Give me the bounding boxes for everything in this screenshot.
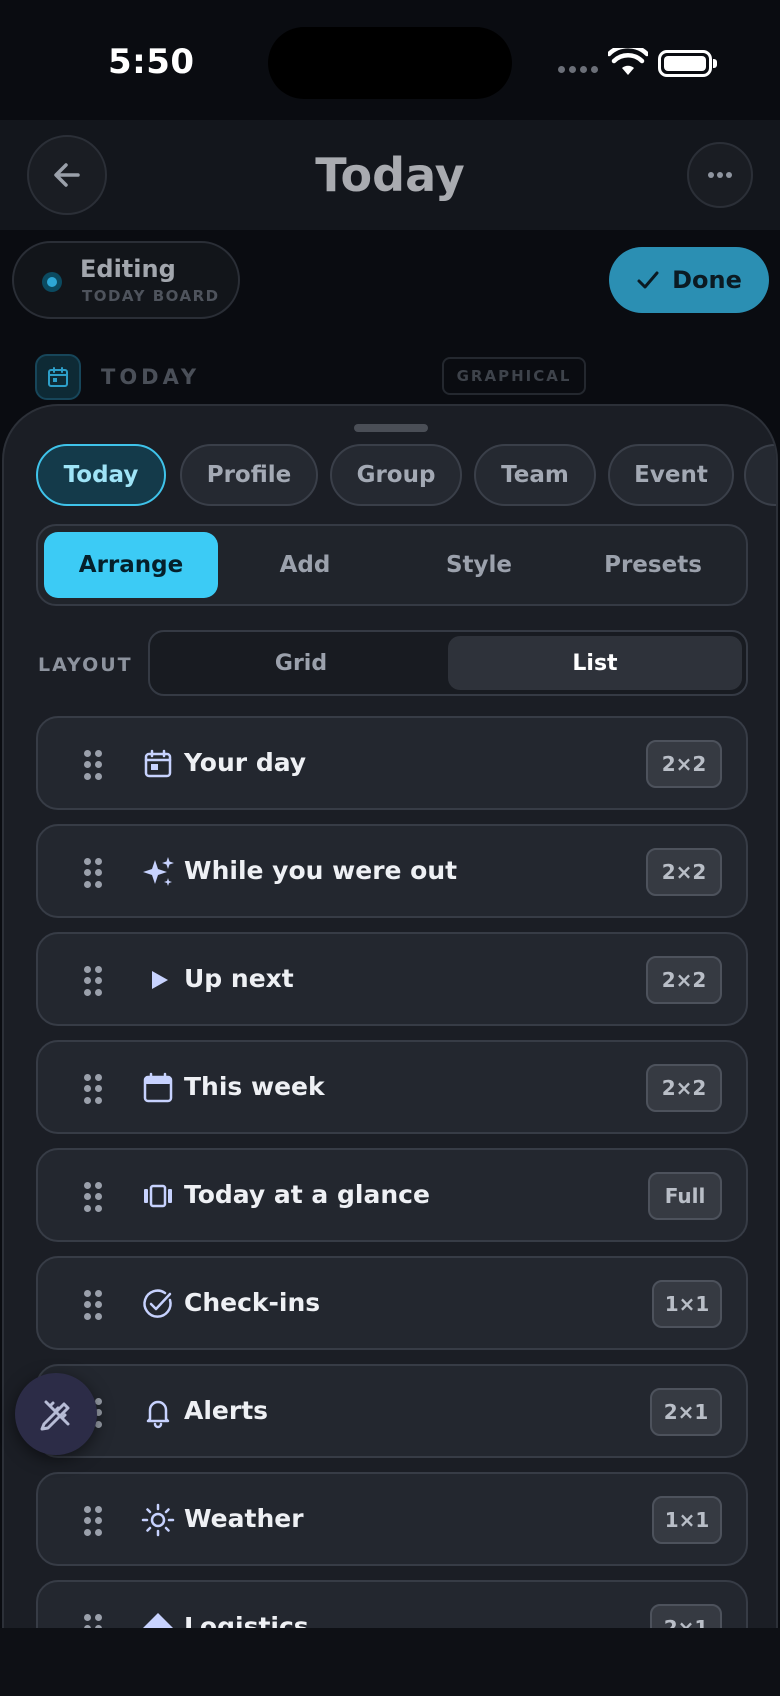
size-badge[interactable]: 2×2 xyxy=(646,1064,722,1112)
widget-row-while-you-were-out[interactable]: While you were out 2×2 xyxy=(36,824,748,918)
widget-row-up-next[interactable]: Up next 2×2 xyxy=(36,932,748,1026)
widget-label: Today at a glance xyxy=(184,1180,430,1209)
chip-today[interactable]: Today xyxy=(36,444,166,506)
tab-add[interactable]: Add xyxy=(218,532,392,598)
chip-team[interactable]: Team xyxy=(474,444,596,506)
editing-status-pill: Editing TODAY BOARD xyxy=(12,241,240,319)
widget-row-your-day[interactable]: Your day 2×2 xyxy=(36,716,748,810)
widget-label: Up next xyxy=(184,964,294,993)
layout-label: LAYOUT xyxy=(38,654,133,676)
layout-segmented-control: Grid List xyxy=(148,630,748,696)
status-bar: 5:50 xyxy=(0,0,780,120)
page-title: Today xyxy=(315,148,465,202)
tab-arrange[interactable]: Arrange xyxy=(44,532,218,598)
size-badge[interactable]: 2×2 xyxy=(646,956,722,1004)
cellular-signal-icon xyxy=(558,66,598,73)
more-options-button[interactable] xyxy=(687,142,753,208)
chip-overflow[interactable] xyxy=(744,444,776,506)
check-circle-icon xyxy=(143,1289,172,1318)
drag-handle-icon[interactable] xyxy=(84,750,102,780)
sun-icon xyxy=(141,1503,175,1537)
dynamic-island xyxy=(268,27,512,99)
widget-label: Check-ins xyxy=(184,1288,321,1317)
board-type-chips: Today Profile Group Team Event xyxy=(36,444,776,508)
edit-bar: Editing TODAY BOARD Done xyxy=(0,230,780,350)
board-row: TODAY GRAPHICAL xyxy=(0,350,780,410)
chip-event[interactable]: Event xyxy=(608,444,734,506)
size-badge[interactable]: 1×1 xyxy=(652,1280,722,1328)
checkmark-icon xyxy=(637,271,659,289)
calendar-icon xyxy=(143,1072,173,1103)
chip-profile[interactable]: Profile xyxy=(180,444,318,506)
pencil-ruler-icon xyxy=(40,1400,70,1431)
editing-indicator-icon xyxy=(42,272,62,292)
chip-group[interactable]: Group xyxy=(330,444,462,506)
drag-handle-icon[interactable] xyxy=(84,858,102,888)
home-indicator-area xyxy=(0,1628,780,1696)
drag-handle-icon[interactable] xyxy=(84,1182,102,1212)
done-button[interactable]: Done xyxy=(609,247,769,313)
customize-sheet: Today Profile Group Team Event Arrange A… xyxy=(2,404,778,1696)
drag-handle-icon[interactable] xyxy=(84,1290,102,1320)
mode-chip: GRAPHICAL xyxy=(442,357,586,395)
board-label: TODAY xyxy=(101,365,201,389)
tab-style[interactable]: Style xyxy=(392,532,566,598)
status-time: 5:50 xyxy=(108,42,195,82)
calendar-day-icon xyxy=(144,749,172,778)
widget-label: This week xyxy=(184,1072,325,1101)
drag-handle-icon[interactable] xyxy=(84,966,102,996)
calendar-icon xyxy=(35,354,81,400)
widget-row-today-at-a-glance[interactable]: Today at a glance Full xyxy=(36,1148,748,1242)
tools-fab-button[interactable] xyxy=(15,1373,97,1455)
layout-option-list[interactable]: List xyxy=(448,636,742,690)
size-badge[interactable]: 2×2 xyxy=(646,740,722,788)
battery-icon xyxy=(658,50,717,77)
drag-handle-icon[interactable] xyxy=(84,1506,102,1536)
size-badge[interactable]: 1×1 xyxy=(652,1496,722,1544)
tab-presets[interactable]: Presets xyxy=(566,532,740,598)
editing-subtitle: TODAY BOARD xyxy=(82,287,220,305)
widget-row-check-ins[interactable]: Check-ins 1×1 xyxy=(36,1256,748,1350)
widget-row-alerts[interactable]: Alerts 2×1 xyxy=(36,1364,748,1458)
widget-row-this-week[interactable]: This week 2×2 xyxy=(36,1040,748,1134)
done-label: Done xyxy=(672,266,742,294)
wifi-icon xyxy=(608,48,648,75)
widget-label: Weather xyxy=(184,1504,304,1533)
bell-icon xyxy=(146,1400,170,1429)
carousel-icon xyxy=(144,1184,172,1208)
size-badge[interactable]: 2×2 xyxy=(646,848,722,896)
sparkles-icon xyxy=(143,857,174,886)
size-badge[interactable]: 2×1 xyxy=(650,1388,722,1436)
widget-label: While you were out xyxy=(184,856,458,885)
sheet-grabber[interactable] xyxy=(354,424,428,432)
widget-label: Alerts xyxy=(184,1396,269,1425)
nav-header: Today xyxy=(0,120,780,230)
widget-row-weather[interactable]: Weather 1×1 xyxy=(36,1472,748,1566)
editing-title: Editing xyxy=(80,255,176,283)
editor-tabs: Arrange Add Style Presets xyxy=(36,524,748,606)
play-icon xyxy=(152,971,168,989)
drag-handle-icon[interactable] xyxy=(84,1074,102,1104)
size-badge[interactable]: Full xyxy=(648,1172,722,1220)
layout-option-grid[interactable]: Grid xyxy=(154,636,448,690)
widget-label: Your day xyxy=(184,748,307,777)
ellipsis-icon xyxy=(708,172,732,178)
